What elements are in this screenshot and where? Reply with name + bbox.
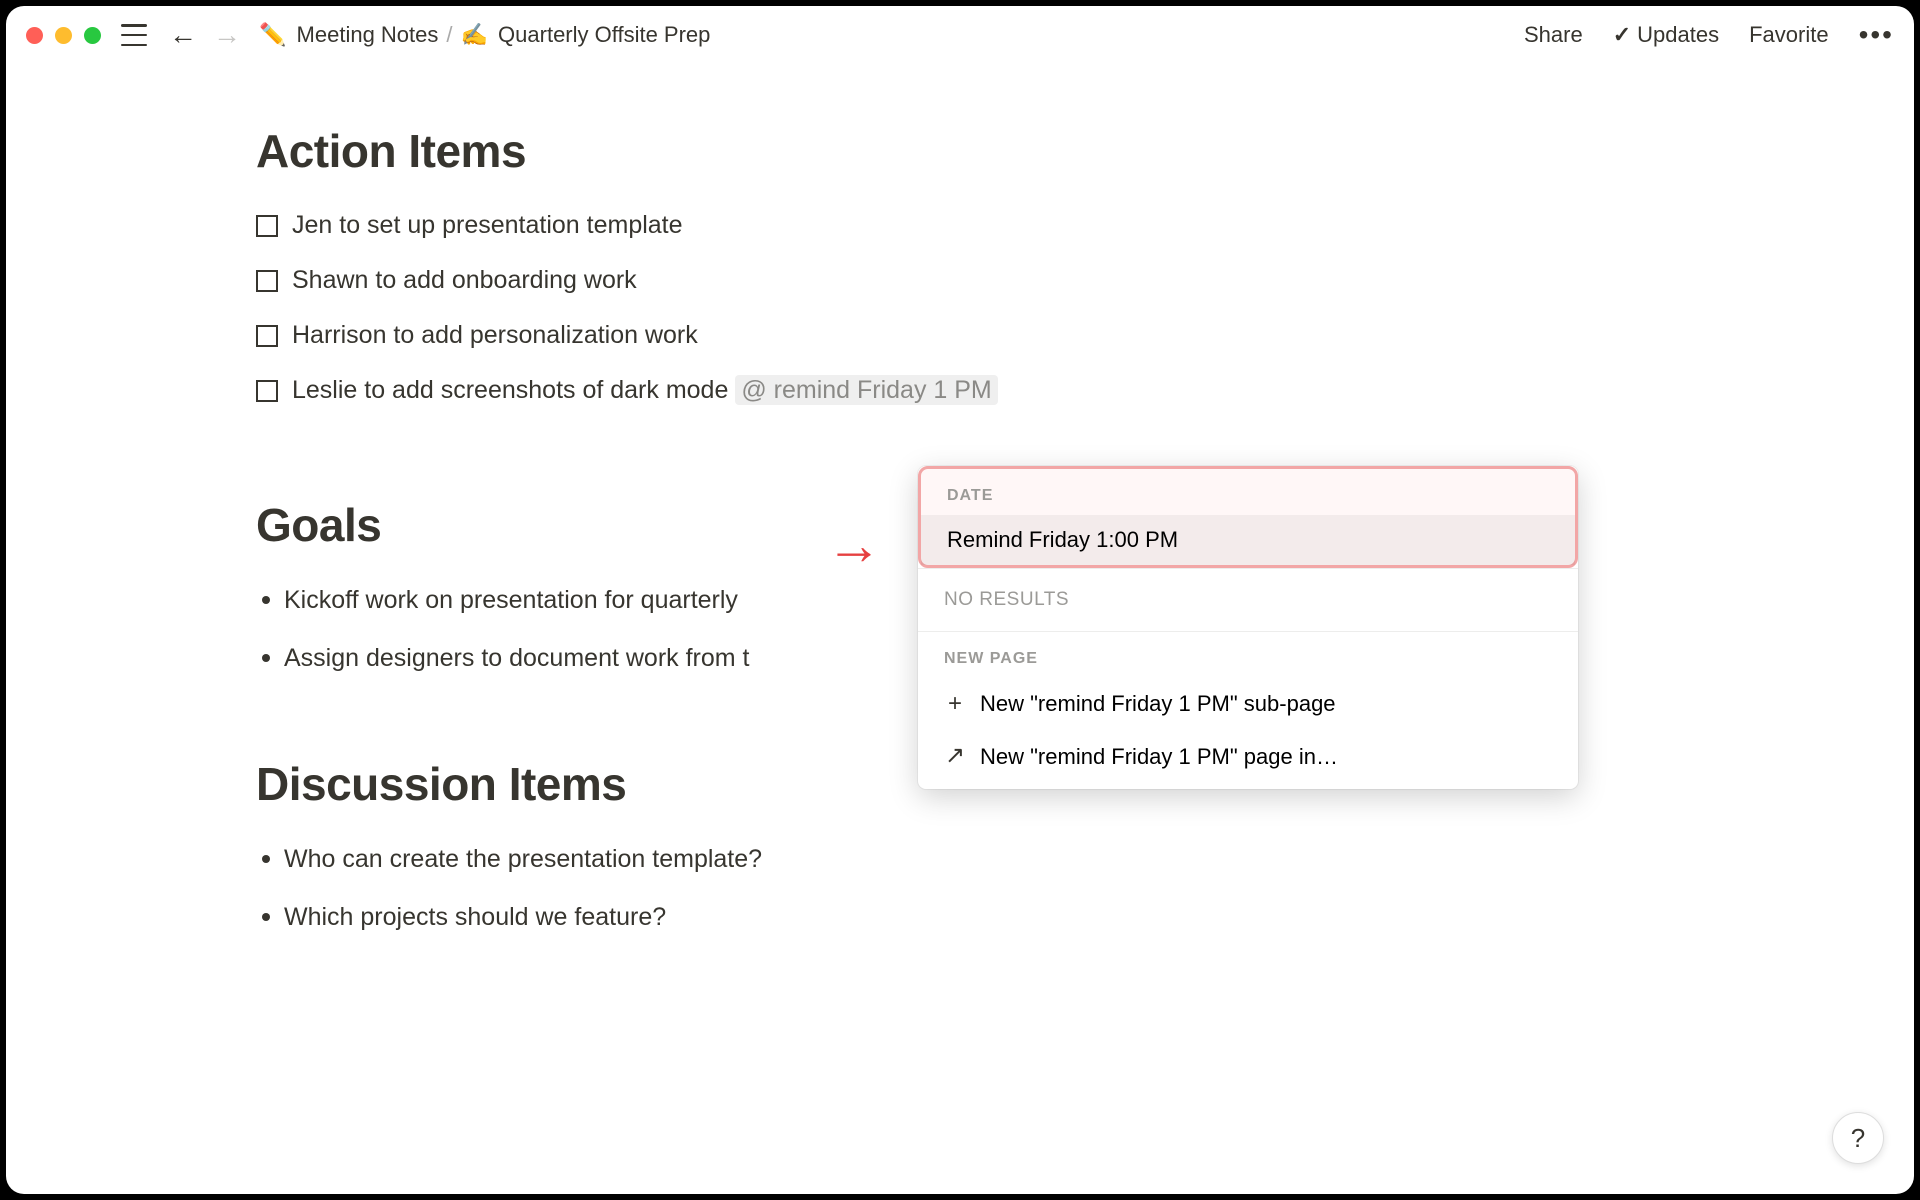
- breadcrumb-parent-label: Meeting Notes: [297, 22, 439, 47]
- popup-option-new-subpage[interactable]: + New "remind Friday 1 PM" sub-page: [918, 678, 1578, 730]
- checkbox[interactable]: [256, 215, 278, 237]
- writing-hand-icon: ✍️: [461, 22, 488, 47]
- breadcrumb: ✏️ Meeting Notes / ✍️ Quarterly Offsite …: [259, 22, 1524, 48]
- bullet-icon: [262, 913, 270, 921]
- bullet-icon: [262, 855, 270, 863]
- todo-text[interactable]: Harrison to add personalization work: [292, 318, 698, 353]
- popup-option-text: New "remind Friday 1 PM" sub-page: [980, 691, 1336, 717]
- mention-autocomplete-popup: DATE Remind Friday 1:00 PM NO RESULTS NE…: [918, 466, 1578, 789]
- minimize-window-button[interactable]: [55, 27, 72, 44]
- topbar-right: Share Updates Favorite •••: [1524, 22, 1894, 48]
- list-item-text[interactable]: Kickoff work on presentation for quarter…: [284, 582, 738, 620]
- popup-no-results: NO RESULTS: [918, 569, 1578, 631]
- popup-option-text: Remind Friday 1:00 PM: [947, 527, 1178, 553]
- list-item[interactable]: Which projects should we feature?: [256, 889, 1914, 947]
- bullet-icon: [262, 596, 270, 604]
- action-items-list: Jen to set up presentation template Shaw…: [256, 198, 1914, 418]
- list-item-text[interactable]: Who can create the presentation template…: [284, 841, 762, 879]
- sidebar-toggle-icon[interactable]: [121, 24, 147, 46]
- plus-icon: +: [944, 690, 966, 718]
- todo-item[interactable]: Shawn to add onboarding work: [256, 253, 1914, 308]
- popup-section-date-label: DATE: [921, 469, 1575, 515]
- list-item-text[interactable]: Which projects should we feature?: [284, 899, 666, 937]
- favorite-button[interactable]: Favorite: [1749, 22, 1828, 48]
- todo-text[interactable]: Leslie to add screenshots of dark mode @…: [292, 373, 998, 408]
- window-controls: [26, 27, 101, 44]
- updates-button[interactable]: Updates: [1613, 22, 1719, 48]
- updates-label: Updates: [1637, 22, 1719, 48]
- checkbox[interactable]: [256, 270, 278, 292]
- breadcrumb-parent[interactable]: ✏️ Meeting Notes: [259, 22, 438, 48]
- question-mark-icon: ?: [1851, 1123, 1865, 1154]
- forward-button[interactable]: →: [213, 21, 241, 49]
- todo-item[interactable]: Jen to set up presentation template: [256, 198, 1914, 253]
- mention-token[interactable]: @ remind Friday 1 PM: [735, 375, 997, 405]
- popup-section-new-page-label: NEW PAGE: [918, 632, 1578, 678]
- help-button[interactable]: ?: [1832, 1112, 1884, 1164]
- list-item[interactable]: Who can create the presentation template…: [256, 831, 1914, 889]
- todo-item[interactable]: Leslie to add screenshots of dark mode @…: [256, 363, 1914, 418]
- discussion-list: Who can create the presentation template…: [256, 831, 1914, 946]
- breadcrumb-current[interactable]: ✍️ Quarterly Offsite Prep: [461, 22, 711, 48]
- topbar: ← → ✏️ Meeting Notes / ✍️ Quarterly Offs…: [6, 6, 1914, 64]
- checkbox[interactable]: [256, 380, 278, 402]
- bullet-icon: [262, 654, 270, 662]
- date-section-highlight: DATE Remind Friday 1:00 PM: [918, 466, 1578, 568]
- todo-text-plain: Leslie to add screenshots of dark mode: [292, 376, 735, 404]
- arrow-up-right-icon: ↗: [944, 741, 966, 770]
- check-icon: [1613, 22, 1631, 48]
- heading-action-items[interactable]: Action Items: [256, 124, 1914, 178]
- todo-text[interactable]: Shawn to add onboarding work: [292, 263, 637, 298]
- nav-arrows: ← →: [169, 21, 241, 49]
- pencil-icon: ✏️: [259, 22, 286, 47]
- back-button[interactable]: ←: [169, 21, 197, 49]
- todo-item[interactable]: Harrison to add personalization work: [256, 308, 1914, 363]
- close-window-button[interactable]: [26, 27, 43, 44]
- todo-text[interactable]: Jen to set up presentation template: [292, 208, 683, 243]
- popup-option-remind-date[interactable]: Remind Friday 1:00 PM: [921, 515, 1575, 565]
- more-menu-icon[interactable]: •••: [1859, 28, 1894, 42]
- list-item-text[interactable]: Assign designers to document work from t: [284, 640, 749, 678]
- checkbox[interactable]: [256, 325, 278, 347]
- breadcrumb-separator: /: [446, 22, 452, 48]
- maximize-window-button[interactable]: [84, 27, 101, 44]
- popup-option-new-page-in[interactable]: ↗ New "remind Friday 1 PM" page in…: [918, 730, 1578, 789]
- share-button[interactable]: Share: [1524, 22, 1583, 48]
- breadcrumb-current-label: Quarterly Offsite Prep: [498, 22, 710, 47]
- popup-option-text: New "remind Friday 1 PM" page in…: [980, 744, 1338, 770]
